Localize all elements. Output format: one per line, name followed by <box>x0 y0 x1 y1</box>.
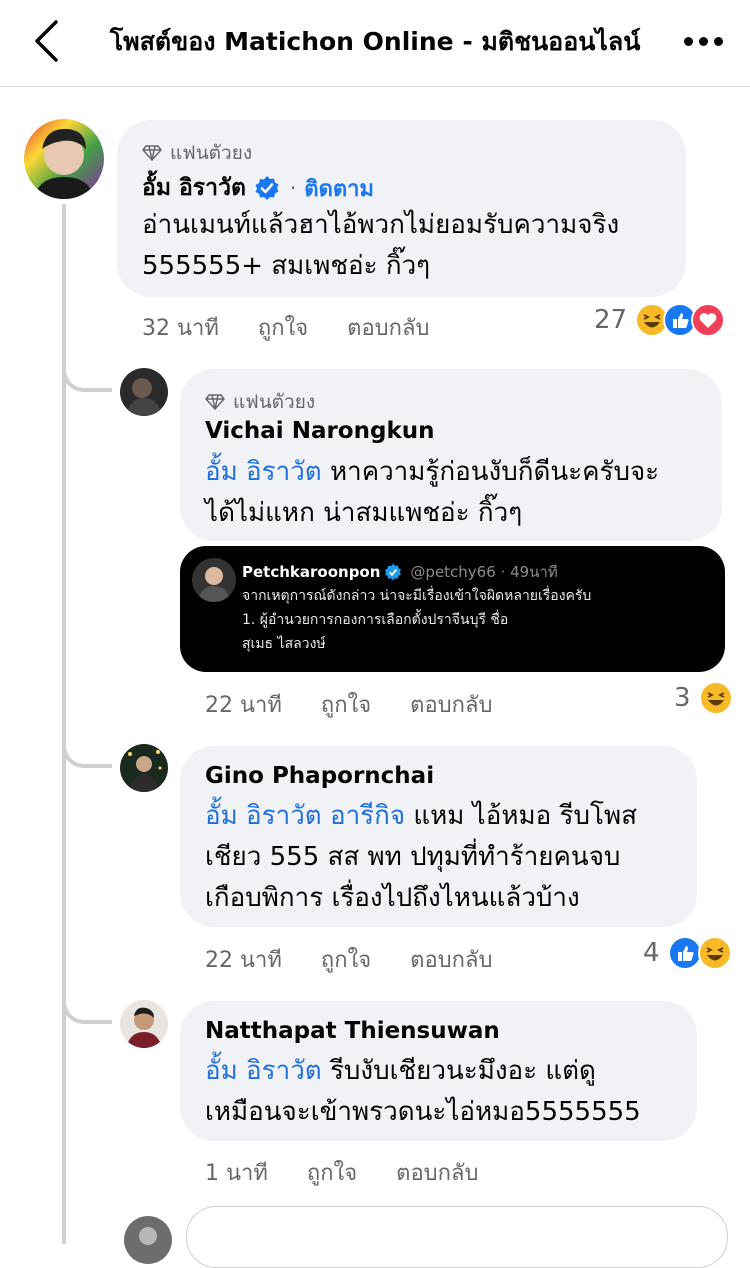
comment-text: อ่านเมนท์แล้วฮาไอ้พวกไม่ยอมรับความจริง 5… <box>142 205 619 287</box>
top-bar: โพสต์ของ Matichon Online - มติชนออนไลน์ <box>0 0 750 87</box>
avatar[interactable] <box>120 744 168 792</box>
reaction-count: 4 <box>643 938 660 968</box>
like-button[interactable]: ถูกใจ <box>258 316 308 341</box>
comment-time[interactable]: 32 นาที <box>142 316 219 341</box>
like-button[interactable]: ถูกใจ <box>321 948 371 973</box>
comment-line: เกือบพิการ เรื่องไปถึงไหนแล้วบ้าง <box>205 883 580 913</box>
comment-text: อั้ม อิราวัต รีบงับเชียวนะมึงอะ แต่ดู เห… <box>205 1051 641 1133</box>
comment-meta: 22 นาที ถูกใจ ตอบกลับ <box>205 687 492 722</box>
embed-avatar <box>192 558 236 602</box>
diamond-icon <box>205 394 225 410</box>
comment-time[interactable]: 1 นาที <box>205 1161 268 1186</box>
reaction-count: 27 <box>594 305 628 335</box>
reply-button[interactable]: ตอบกลับ <box>410 948 492 973</box>
mention-link[interactable]: อั้ม อิราวัต <box>205 457 322 487</box>
comment-time[interactable]: 22 นาที <box>205 693 282 718</box>
reply-button[interactable]: ตอบกลับ <box>410 693 492 718</box>
comment-author[interactable]: อั้ม อิราวัต <box>142 170 246 206</box>
badge-label: แฟนตัวยง <box>233 391 316 413</box>
reactions-summary[interactable]: 27 <box>594 303 726 337</box>
comment-line: หาความรู้ก่อนงับก็ดีนะครับจะ <box>321 457 660 487</box>
top-fan-badge: แฟนตัวยง <box>142 138 252 168</box>
comment-author[interactable]: Vichai Narongkun <box>205 418 435 444</box>
embed-line: 1. ผู้อำนวยการกองการเลือกตั้งปราจีนบุรี … <box>242 612 509 628</box>
like-button[interactable]: ถูกใจ <box>307 1161 357 1186</box>
verified-icon <box>255 176 279 200</box>
reply-button[interactable]: ตอบกลับ <box>347 316 429 341</box>
avatar[interactable] <box>24 119 104 199</box>
embed-text: จากเหตุการณ์ดังกล่าว น่าจะมีเรื่องเข้าใจ… <box>242 584 591 656</box>
embed-line: จากเหตุการณ์ดังกล่าว น่าจะมีเรื่องเข้าใจ… <box>242 588 592 604</box>
embed-line: สุเมธ ไสลวงษ์ <box>242 636 326 652</box>
comment-meta: 22 นาที ถูกใจ ตอบกลับ <box>205 942 492 977</box>
comment-line: 555555+ สมเพชอ่ะ กิ๊วๆ <box>142 251 431 281</box>
comment-author-row: Vichai Narongkun <box>205 418 435 444</box>
haha-icon <box>697 936 732 970</box>
haha-icon <box>698 681 733 715</box>
comment-line: เชียว 555 สส พท ปทุมที่ทำร้ายคนจบ <box>205 842 621 872</box>
thread-connector <box>62 972 112 1024</box>
chevron-left-icon <box>35 20 58 62</box>
follow-button[interactable]: ติดตาม <box>304 171 374 206</box>
page-title: โพสต์ของ Matichon Online - มติชนออนไลน์ <box>109 27 641 56</box>
separator-dot: · <box>289 176 297 200</box>
comment-line: ได้ไม่แหก น่าสมแพชอ่ะ กิ๊วๆ <box>205 498 523 528</box>
comment-author-row: อั้ม อิราวัต · ติดตาม <box>142 170 374 206</box>
comment-time[interactable]: 22 นาที <box>205 948 282 973</box>
mention-link[interactable]: อั้ม อิราวัต <box>205 1056 322 1086</box>
comment-text: อั้ม อิราวัต หาความรู้ก่อนงับก็ดีนะครับจ… <box>205 452 659 534</box>
verified-icon <box>385 563 402 581</box>
like-button[interactable]: ถูกใจ <box>321 693 371 718</box>
comment-author-row: Gino Phapornchai <box>205 763 434 789</box>
comment-text: อั้ม อิราวัต อารีกิจ แหม ไอ้หมอ รีบโพส เ… <box>205 796 637 919</box>
like-icon <box>667 936 702 970</box>
embedded-tweet-image[interactable]: Petchkaroonpon @petchy66 · 49นาที จากเหต… <box>180 546 725 672</box>
love-icon <box>691 303 726 337</box>
comment-line: แหม ไอ้หมอ รีบโพส <box>405 801 637 831</box>
thread-connector <box>62 716 112 768</box>
comment-line: อ่านเมนท์แล้วฮาไอ้พวกไม่ยอมรับความจริง <box>142 210 620 240</box>
reply-input-partial[interactable] <box>186 1206 728 1268</box>
badge-label: แฟนตัวยง <box>170 142 253 164</box>
mention-link[interactable]: อั้ม อิราวัต อารีกิจ <box>205 801 405 831</box>
comment-author[interactable]: Gino Phapornchai <box>205 763 434 789</box>
embed-author: Petchkaroonpon @petchy66 · 49นาที <box>242 560 558 584</box>
comment-meta: 1 นาที ถูกใจ ตอบกลับ <box>205 1155 478 1190</box>
avatar[interactable] <box>120 368 168 416</box>
comment-author[interactable]: Natthapat Thiensuwan <box>205 1018 500 1044</box>
more-options-button[interactable] <box>684 37 724 47</box>
embed-handle: @petchy66 · 49นาที <box>410 563 558 581</box>
reactions-summary[interactable]: 3 <box>674 681 733 715</box>
top-fan-badge: แฟนตัวยง <box>205 387 315 417</box>
comment-line: รีบงับเชียวนะมึงอะ แต่ดู <box>321 1056 596 1086</box>
comment-author-row: Natthapat Thiensuwan <box>205 1018 500 1044</box>
avatar[interactable] <box>124 1216 172 1264</box>
back-button[interactable] <box>28 18 68 64</box>
diamond-icon <box>142 145 162 161</box>
comment-line: เหมือนจะเข้าพรวดนะไอ่หมอ5555555 <box>205 1097 641 1127</box>
embed-author-name: Petchkaroonpon <box>242 563 381 581</box>
avatar[interactable] <box>120 1000 168 1048</box>
reply-button[interactable]: ตอบกลับ <box>396 1161 478 1186</box>
reaction-count: 3 <box>674 683 691 713</box>
thread-connector <box>62 340 112 392</box>
comment-meta: 32 นาที ถูกใจ ตอบกลับ <box>142 310 429 345</box>
reactions-summary[interactable]: 4 <box>643 936 732 970</box>
